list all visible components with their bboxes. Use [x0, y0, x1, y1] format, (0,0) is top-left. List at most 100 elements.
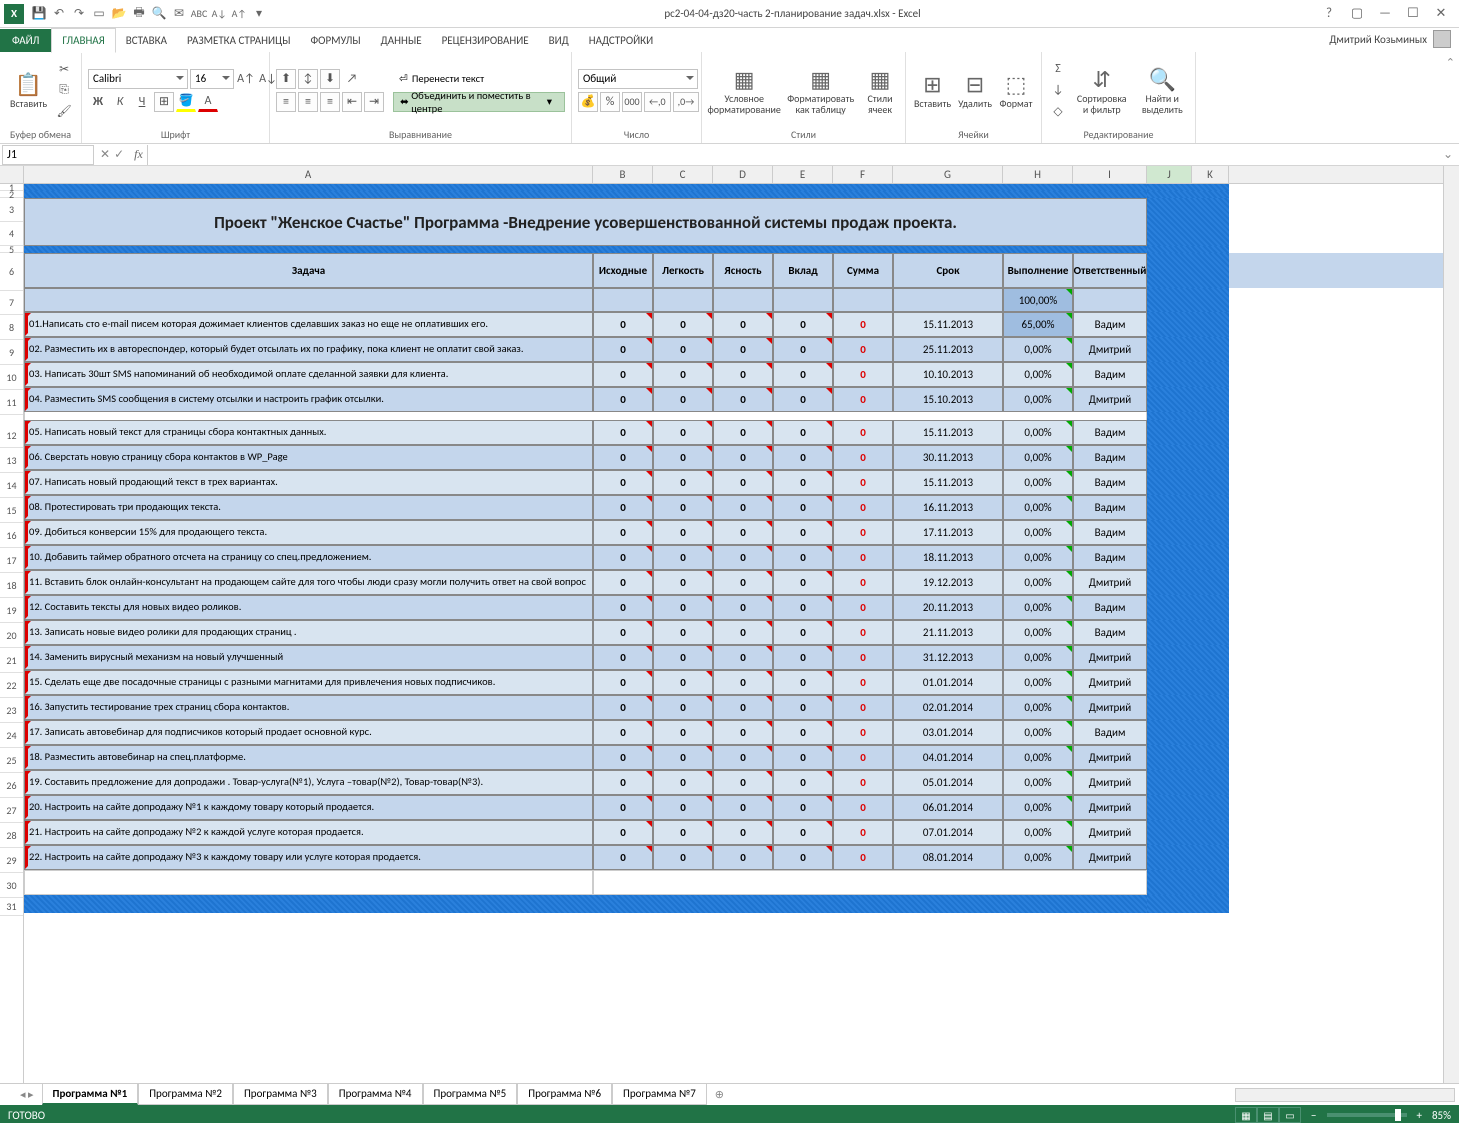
- val-vklad[interactable]: 0: [773, 745, 833, 770]
- row-header[interactable]: 27: [0, 798, 23, 823]
- insert-cells-button[interactable]: ⊞Вставить: [912, 57, 953, 123]
- tab-home[interactable]: ГЛАВНАЯ: [51, 28, 115, 53]
- format-cells-button[interactable]: ⬚Формат: [997, 57, 1035, 123]
- val-summa[interactable]: 0: [833, 312, 893, 337]
- comma-format-icon[interactable]: 000: [622, 92, 642, 112]
- val-pct[interactable]: 0,00%: [1003, 795, 1073, 820]
- val-iskhodnye[interactable]: 0: [593, 312, 653, 337]
- val-pct[interactable]: 0,00%: [1003, 595, 1073, 620]
- val-resp[interactable]: Вадим: [1073, 470, 1147, 495]
- task-cell[interactable]: 22. Настроить на сайте допродажу №3 к ка…: [24, 845, 593, 870]
- row-header[interactable]: 6: [0, 253, 23, 291]
- val-yasnost[interactable]: 0: [713, 362, 773, 387]
- val-yasnost[interactable]: 0: [713, 520, 773, 545]
- align-bottom-icon[interactable]: ⬇: [320, 69, 340, 89]
- col-header-D[interactable]: D: [713, 166, 773, 183]
- val-iskhodnye[interactable]: 0: [593, 420, 653, 445]
- val-legkost[interactable]: 0: [653, 620, 713, 645]
- cell-styles-button[interactable]: ▦Стили ячеек: [861, 57, 899, 123]
- val-vklad[interactable]: 0: [773, 770, 833, 795]
- name-box[interactable]: [2, 145, 94, 165]
- page-break-view-icon[interactable]: ▭: [1279, 1107, 1301, 1123]
- sheet-tab[interactable]: Программа №4: [328, 1084, 423, 1105]
- task-cell[interactable]: 10. Добавить таймер обратного отсчета на…: [24, 545, 593, 570]
- total-pct[interactable]: 100,00%: [1003, 288, 1073, 312]
- val-pct[interactable]: 0,00%: [1003, 420, 1073, 445]
- align-middle-icon[interactable]: ↕: [298, 69, 318, 89]
- task-cell[interactable]: 07. Написать новый продающий текст в тре…: [24, 470, 593, 495]
- increase-font-icon[interactable]: A↑: [236, 69, 256, 89]
- copy-icon[interactable]: ⎘: [54, 80, 74, 100]
- val-summa[interactable]: 0: [833, 495, 893, 520]
- val-resp[interactable]: Вадим: [1073, 312, 1147, 337]
- val-iskhodnye[interactable]: 0: [593, 770, 653, 795]
- col-header-G[interactable]: G: [893, 166, 1003, 183]
- val-yasnost[interactable]: 0: [713, 595, 773, 620]
- val-srok[interactable]: 08.01.2014: [893, 845, 1003, 870]
- val-legkost[interactable]: 0: [653, 820, 713, 845]
- val-summa[interactable]: 0: [833, 337, 893, 362]
- vertical-scrollbar[interactable]: [1443, 166, 1459, 1083]
- sheet-tab[interactable]: Программа №2: [138, 1084, 233, 1105]
- row-header[interactable]: 2: [0, 191, 23, 198]
- val-summa[interactable]: 0: [833, 570, 893, 595]
- val-pct[interactable]: 0,00%: [1003, 362, 1073, 387]
- sheet-tab[interactable]: Программа №7: [612, 1084, 707, 1105]
- val-summa[interactable]: 0: [833, 645, 893, 670]
- expand-formula-icon[interactable]: ⌄: [1437, 147, 1459, 162]
- val-resp[interactable]: Дмитрий: [1073, 645, 1147, 670]
- val-summa[interactable]: 0: [833, 362, 893, 387]
- col-header-cell[interactable]: Исходные: [593, 253, 653, 288]
- help-icon[interactable]: ?: [1317, 4, 1341, 24]
- task-cell[interactable]: 02. Разместить их в автореспондер, котор…: [24, 337, 593, 362]
- col-header-B[interactable]: B: [593, 166, 653, 183]
- qat-more-icon[interactable]: ▾: [250, 5, 268, 23]
- tab-review[interactable]: РЕЦЕНЗИРОВАНИЕ: [432, 29, 539, 52]
- val-vklad[interactable]: 0: [773, 695, 833, 720]
- val-vklad[interactable]: 0: [773, 820, 833, 845]
- italic-button[interactable]: К: [110, 92, 130, 112]
- new-icon[interactable]: ▭: [90, 5, 108, 23]
- tab-formulas[interactable]: ФОРМУЛЫ: [300, 29, 370, 52]
- val-pct[interactable]: 0,00%: [1003, 820, 1073, 845]
- quickprint-icon[interactable]: 🖶: [130, 5, 148, 23]
- val-srok[interactable]: 20.11.2013: [893, 595, 1003, 620]
- task-cell[interactable]: 06. Сверстать новую страницу сбора конта…: [24, 445, 593, 470]
- val-resp[interactable]: Вадим: [1073, 420, 1147, 445]
- val-srok[interactable]: 10.10.2013: [893, 362, 1003, 387]
- cut-icon[interactable]: ✂: [54, 59, 74, 79]
- col-header-cell[interactable]: Вклад: [773, 253, 833, 288]
- enter-formula-icon[interactable]: ✓: [114, 147, 124, 162]
- val-resp[interactable]: Дмитрий: [1073, 570, 1147, 595]
- task-cell[interactable]: 08. Протестировать три продающих текста.: [24, 495, 593, 520]
- task-cell[interactable]: 03. Написать 30шт SMS напоминаний об нео…: [24, 362, 593, 387]
- format-table-button[interactable]: ▦Форматировать как таблицу: [783, 57, 858, 123]
- val-vklad[interactable]: 0: [773, 445, 833, 470]
- align-center-icon[interactable]: ≡: [298, 92, 318, 112]
- task-cell[interactable]: 01.Написать сто e-mail писем которая дож…: [24, 312, 593, 337]
- sheet-tab[interactable]: Программа №6: [517, 1084, 612, 1105]
- sheet-tab[interactable]: Программа №3: [233, 1084, 328, 1105]
- col-header-H[interactable]: H: [1003, 166, 1073, 183]
- fill-color-button[interactable]: 🪣: [176, 92, 196, 112]
- row-header[interactable]: 7: [0, 291, 23, 315]
- val-srok[interactable]: 25.11.2013: [893, 337, 1003, 362]
- val-summa[interactable]: 0: [833, 445, 893, 470]
- val-resp[interactable]: Дмитрий: [1073, 745, 1147, 770]
- val-vklad[interactable]: 0: [773, 795, 833, 820]
- val-vklad[interactable]: 0: [773, 845, 833, 870]
- val-legkost[interactable]: 0: [653, 545, 713, 570]
- val-pct[interactable]: 0,00%: [1003, 387, 1073, 412]
- task-cell[interactable]: 21. Настроить на сайте допродажу №2 к ка…: [24, 820, 593, 845]
- val-srok[interactable]: 15.11.2013: [893, 312, 1003, 337]
- val-summa[interactable]: 0: [833, 670, 893, 695]
- row-header[interactable]: 3: [0, 198, 23, 222]
- accounting-format-icon[interactable]: 💰: [578, 92, 598, 112]
- val-vklad[interactable]: 0: [773, 720, 833, 745]
- col-header-cell[interactable]: Срок: [893, 253, 1003, 288]
- row-header[interactable]: 31: [0, 898, 23, 916]
- val-yasnost[interactable]: 0: [713, 570, 773, 595]
- val-pct[interactable]: 0,00%: [1003, 570, 1073, 595]
- font-size-select[interactable]: [190, 69, 234, 89]
- maximize-icon[interactable]: ☐: [1401, 4, 1425, 24]
